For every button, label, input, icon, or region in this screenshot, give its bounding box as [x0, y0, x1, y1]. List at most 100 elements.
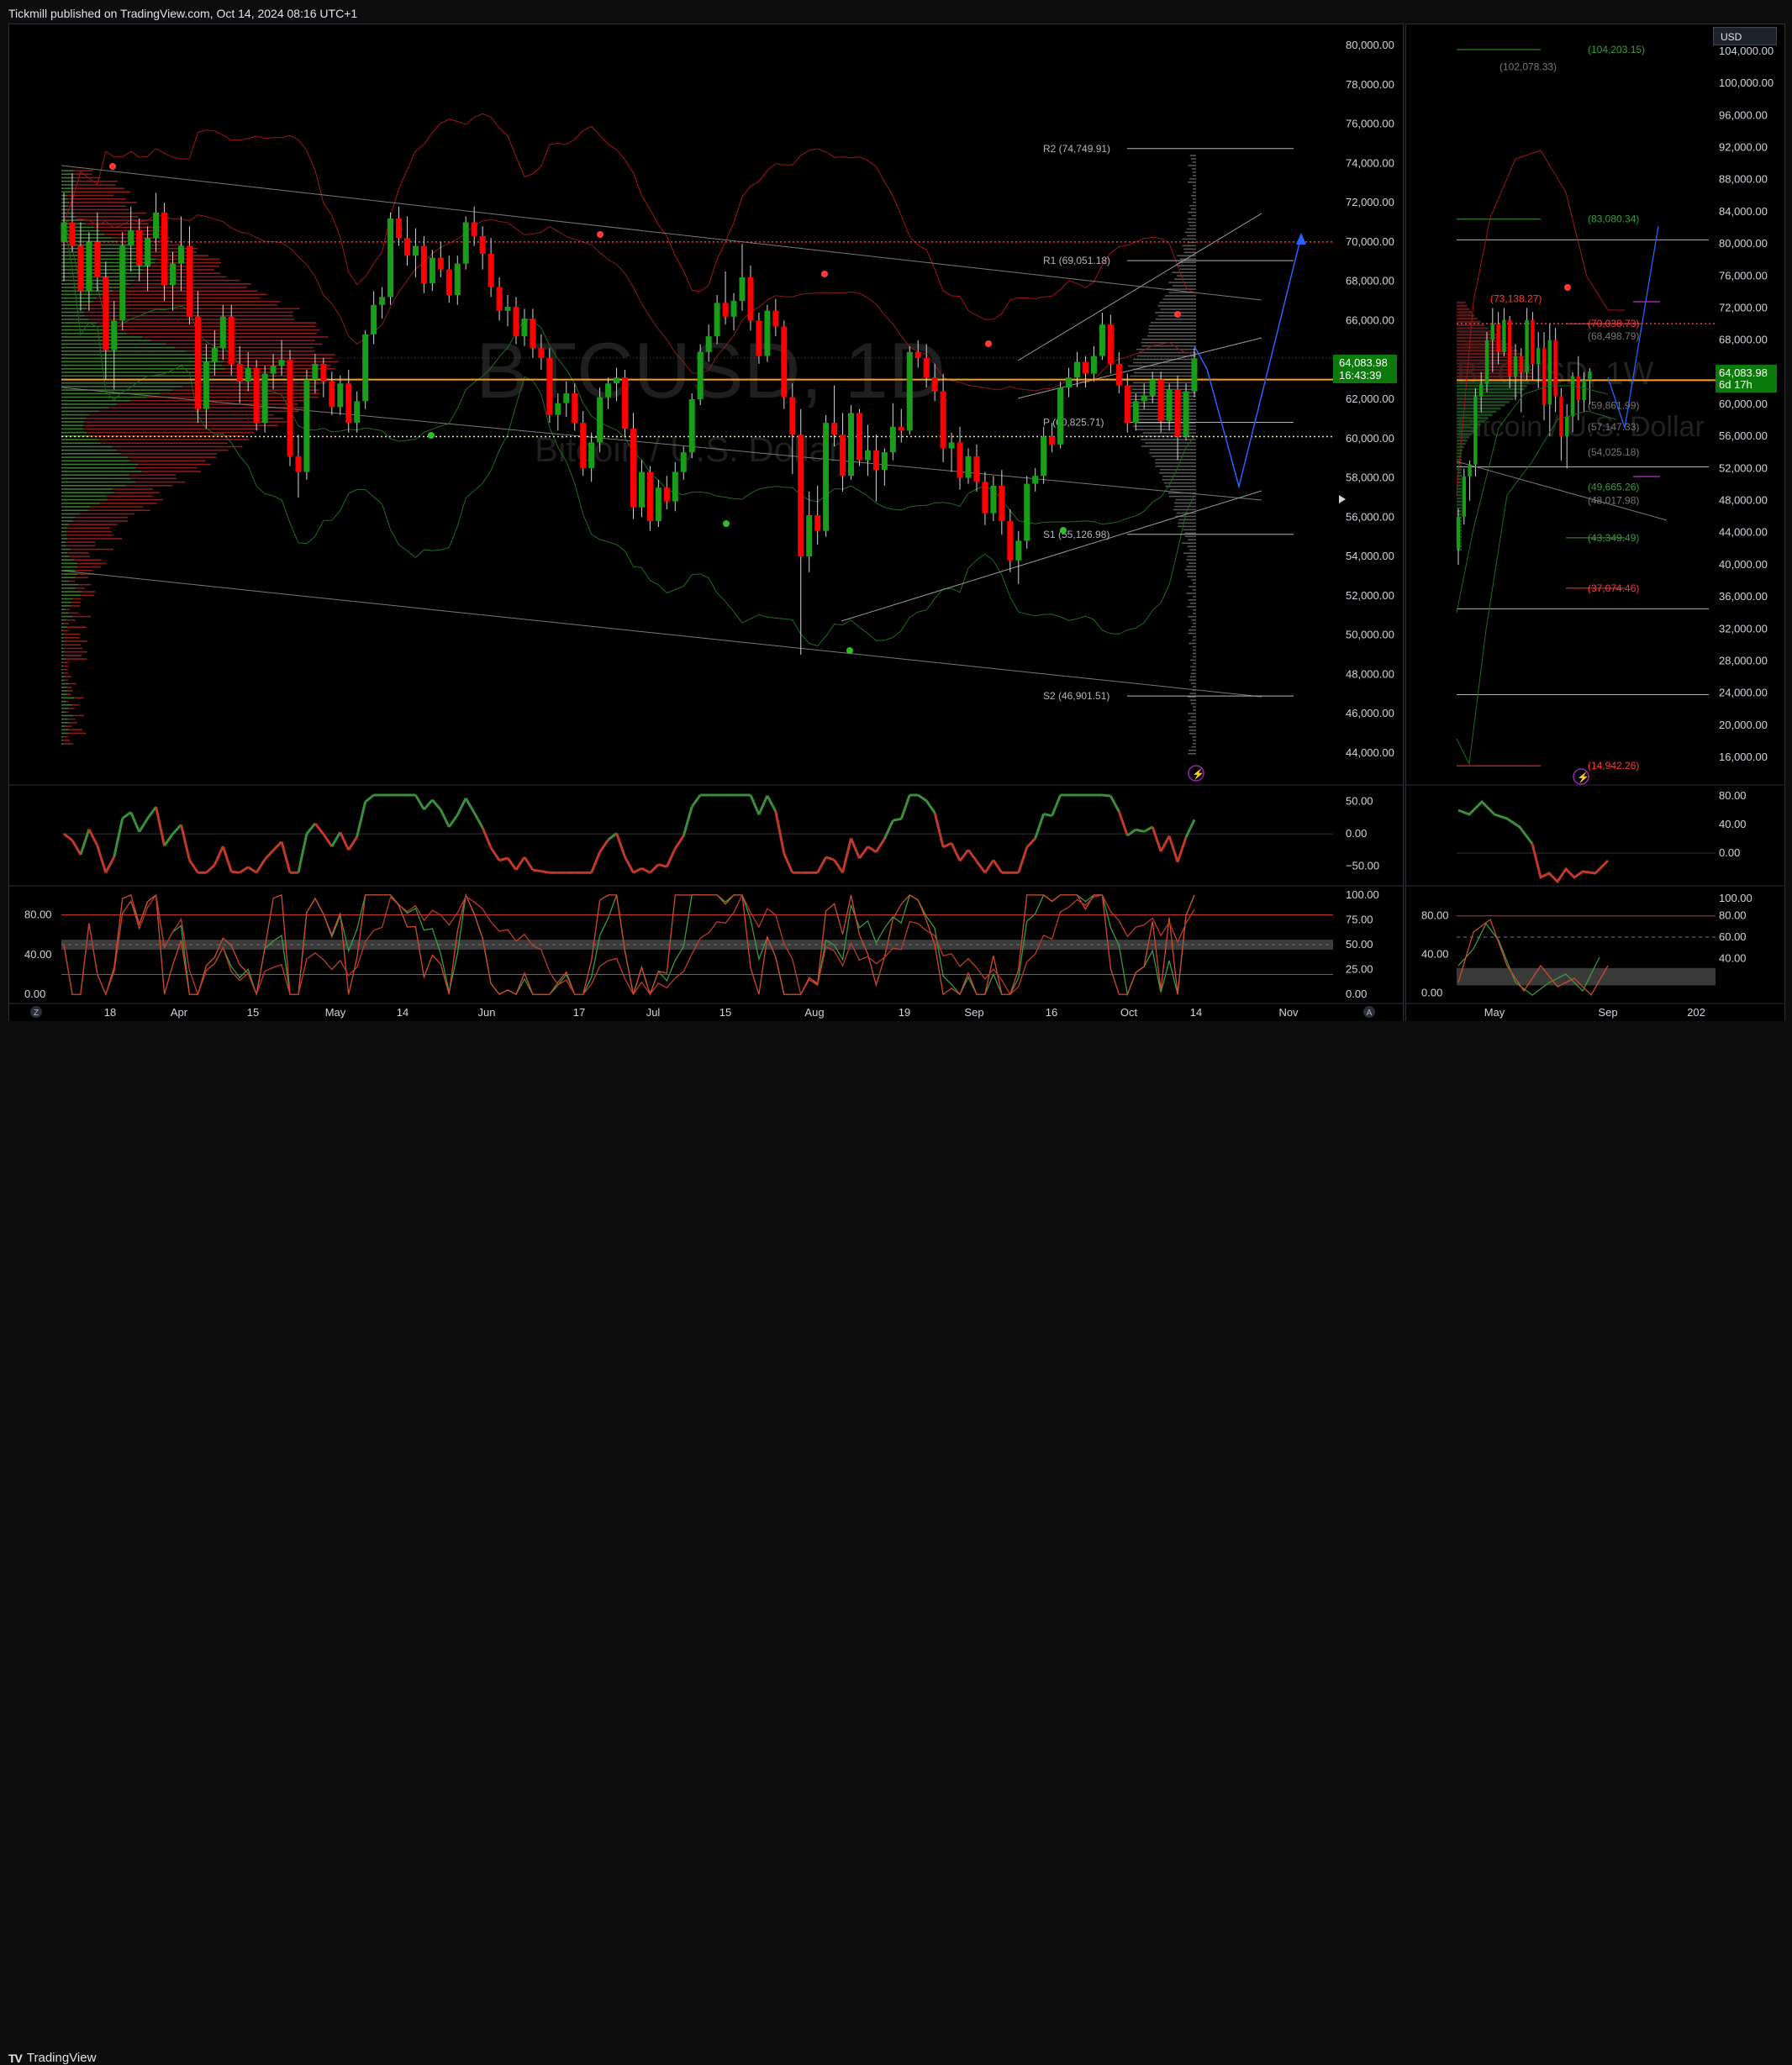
candle-up — [1141, 395, 1147, 401]
channel-line — [1018, 213, 1262, 361]
candle-up — [86, 242, 92, 291]
signal-dot — [723, 520, 730, 527]
candle-down — [781, 326, 787, 397]
vp-bar-up — [61, 690, 68, 692]
vp-right-bar — [1159, 302, 1196, 303]
vp-right-bar — [1190, 603, 1196, 604]
osc1-segment — [884, 820, 893, 839]
side-price-tick: 76,000.00 — [1719, 269, 1768, 282]
time-tick-label: Nov — [1278, 1006, 1299, 1019]
side-watermark-name: Bitcoin / U.S. Dollar — [1457, 411, 1705, 443]
candle-down — [546, 358, 552, 415]
osc1-segment — [332, 832, 340, 846]
side-vp-bar — [1457, 549, 1462, 551]
osc1-segment — [282, 842, 290, 873]
vp-bar-down — [75, 698, 84, 699]
vp-right-bar — [1145, 442, 1196, 444]
side-chart-panel[interactable]: BTCUSD, 1W Bitcoin / U.S. Dollar (104,20… — [1405, 24, 1785, 1023]
vp-bar-down — [71, 192, 130, 193]
vp-bar-up — [61, 616, 72, 618]
vp-right-bar — [1185, 536, 1196, 538]
vp-bar-down — [66, 725, 71, 727]
osc1-segment — [1144, 827, 1152, 832]
vp-bar-down — [77, 566, 101, 568]
side-vp-bar — [1457, 503, 1462, 506]
side-candle-down — [1553, 340, 1557, 397]
vp-right-bar — [1142, 339, 1196, 340]
price-tick-label: 56,000.00 — [1346, 510, 1394, 523]
osc1-segment — [951, 843, 960, 861]
candle-up — [890, 427, 896, 452]
vp-bar-down — [63, 666, 68, 667]
candle-down — [756, 320, 762, 356]
vp-bar-up — [61, 602, 71, 603]
vp-bar-up — [61, 644, 63, 645]
osc1-segment — [977, 861, 985, 873]
vp-right-bar — [1189, 205, 1196, 207]
vp-bar-up — [61, 651, 65, 653]
candle-up — [689, 399, 695, 452]
projection-line — [1194, 236, 1301, 487]
time-tick-label: Sep — [964, 1006, 983, 1019]
side-vp-bar — [1457, 433, 1472, 435]
price-tick-label: 74,000.00 — [1346, 156, 1394, 169]
vp-right-bar — [1188, 556, 1196, 557]
time-tick-label: 17 — [573, 1006, 585, 1019]
currency-button[interactable]: USD — [1713, 27, 1777, 45]
signal-dot — [1174, 311, 1181, 318]
vp-right-bar — [1192, 640, 1196, 641]
candle-down — [899, 427, 904, 431]
candle-up — [505, 307, 511, 311]
vp-right-bar — [1160, 469, 1196, 471]
vp-right-bar — [1192, 626, 1196, 628]
osc1-segment — [64, 834, 72, 840]
vp-right-bar — [1173, 509, 1196, 511]
main-chart-panel[interactable]: BTCUSD, 1D Bitcoin / U.S. Dollar R2 (74,… — [8, 24, 1404, 1023]
vp-bar-up — [61, 439, 98, 440]
vp-bar-up — [61, 608, 66, 610]
vp-right-bar — [1150, 449, 1196, 450]
projection-arrow — [1296, 233, 1306, 245]
tradingview-brand[interactable]: TV TradingView — [8, 2051, 96, 2065]
vp-right-bar — [1191, 716, 1196, 718]
osc1-segment — [106, 857, 114, 873]
side-candle-down — [1508, 320, 1511, 377]
osc1-segment — [901, 795, 909, 819]
vp-right-bar — [1188, 713, 1196, 714]
osc1-tick-label: −50.00 — [1346, 860, 1379, 872]
vp-bar-down — [136, 467, 198, 469]
osc1-segment — [89, 830, 98, 846]
vp-right-bar — [1149, 325, 1196, 327]
vp-bar-down — [105, 326, 315, 328]
osc1-segment — [1102, 795, 1110, 796]
vp-bar-up — [61, 577, 76, 578]
candle-down — [840, 435, 846, 476]
main-chart-svg[interactable]: BTCUSD, 1D Bitcoin / U.S. Dollar R2 (74,… — [9, 24, 1403, 1022]
vp-bar-up — [61, 514, 80, 515]
side-candle-down — [1531, 320, 1534, 365]
collapse-arrow-icon[interactable] — [1339, 495, 1346, 503]
side-level-label: (83,080.34) — [1588, 213, 1639, 225]
side-chart-svg[interactable]: BTCUSD, 1W Bitcoin / U.S. Dollar (104,20… — [1406, 24, 1784, 1022]
candle-up — [371, 305, 377, 335]
side-osc1-tick: 0.00 — [1719, 846, 1740, 859]
candle-up — [1074, 362, 1080, 378]
side-level-label: (37,074.46) — [1588, 582, 1639, 594]
side-osc1-up — [1458, 802, 1532, 844]
osc1-segment — [524, 857, 533, 870]
side-osc1-tick: 40.00 — [1719, 818, 1747, 830]
vp-right-bar — [1189, 225, 1196, 227]
candle-up — [1099, 324, 1105, 356]
vp-bar-up — [61, 626, 67, 628]
osc1-segment — [918, 795, 926, 801]
candle-down — [187, 246, 192, 317]
side-candle-up — [1502, 320, 1505, 352]
vp-bar-up — [61, 478, 130, 480]
side-vp-bar — [1457, 459, 1462, 461]
vp-right-bar — [1193, 709, 1196, 711]
vp-right-bar — [1191, 158, 1196, 160]
side-vp-bar — [1457, 507, 1462, 509]
vp-right-bar — [1133, 369, 1196, 371]
candle-down — [295, 456, 301, 472]
vp-bar-down — [63, 743, 73, 745]
